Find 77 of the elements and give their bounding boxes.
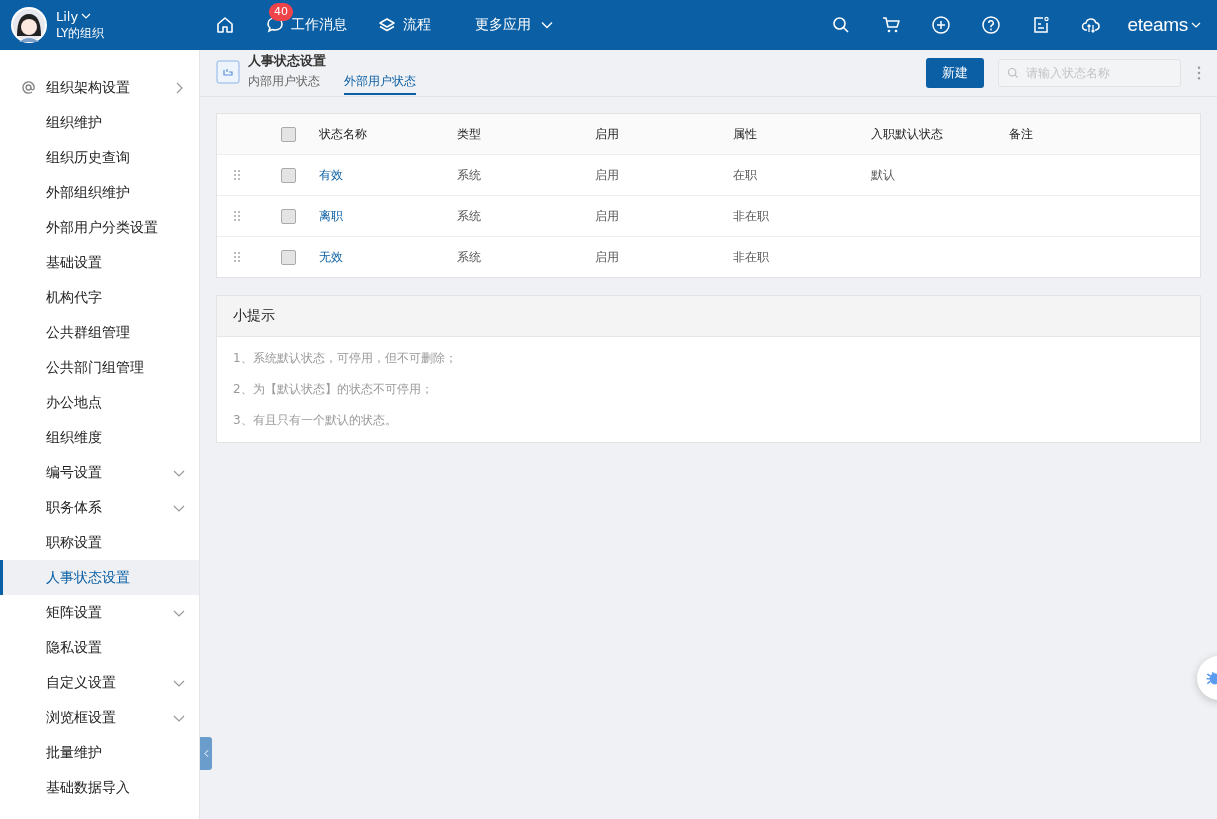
- note-icon[interactable]: [1031, 15, 1052, 35]
- notification-badge: 40: [269, 3, 293, 21]
- sidebar-item[interactable]: 机构代字: [0, 280, 199, 315]
- nav-link[interactable]: 工作消息: [291, 16, 347, 34]
- row-checkbox[interactable]: [280, 249, 296, 265]
- drag-handle-icon[interactable]: [234, 252, 240, 262]
- caret-icon[interactable]: [81, 13, 92, 19]
- chat-icon[interactable]: [265, 15, 285, 35]
- sidebar-item[interactable]: 外部组织维护: [0, 175, 199, 210]
- home-icon[interactable]: [215, 15, 235, 35]
- cloud-upload-icon[interactable]: [1081, 15, 1102, 35]
- column-header: 备注: [1009, 126, 1033, 141]
- sidebar-item[interactable]: 编号设置: [0, 455, 199, 490]
- new-button[interactable]: 新建: [926, 58, 984, 88]
- table-cell: 系统: [457, 208, 481, 223]
- add-icon[interactable]: [931, 15, 952, 35]
- sidebar-item[interactable]: 自定义设置: [0, 665, 199, 700]
- avatar[interactable]: [10, 6, 48, 44]
- brand-logo[interactable]: eteams: [1127, 14, 1188, 36]
- row-checkbox[interactable]: [280, 167, 296, 183]
- sidebar-item[interactable]: 公共部门组管理: [0, 350, 199, 385]
- cart-icon[interactable]: [881, 15, 902, 35]
- tab[interactable]: 内部用户状态: [248, 73, 320, 95]
- page-title: 人事状态设置: [248, 53, 327, 70]
- caret-icon[interactable]: [541, 21, 553, 29]
- status-name-link[interactable]: 离职: [319, 208, 343, 223]
- nav-link[interactable]: 流程: [403, 16, 431, 34]
- status-name-link[interactable]: 有效: [319, 167, 343, 182]
- sidebar-item[interactable]: 浏览框设置: [0, 700, 199, 735]
- organization-name: LY的组织: [56, 24, 105, 42]
- sidebar-item[interactable]: 人事状态设置: [0, 560, 199, 595]
- at-sign-icon: [21, 80, 36, 95]
- table-cell: 默认: [871, 167, 895, 182]
- sidebar-item[interactable]: 公共群组管理: [0, 315, 199, 350]
- user-name[interactable]: Lily: [56, 8, 79, 24]
- help-icon[interactable]: [981, 15, 1002, 35]
- sidebar-item[interactable]: 隐私设置: [0, 630, 199, 665]
- tab[interactable]: 外部用户状态: [344, 73, 416, 95]
- sidebar-item[interactable]: 职务体系: [0, 490, 199, 525]
- sidebar-item[interactable]: 组织架构设置: [0, 70, 199, 105]
- settings-card-icon: [216, 60, 240, 84]
- tip-text: 3、有且只有一个默认的状态。: [233, 412, 398, 429]
- row-checkbox[interactable]: [280, 208, 296, 224]
- column-header: 入职默认状态: [871, 126, 943, 141]
- column-header: 属性: [733, 126, 757, 141]
- sidebar-item[interactable]: 组织维护: [0, 105, 199, 140]
- tips-title: 小提示: [233, 307, 275, 325]
- drag-handle-icon[interactable]: [234, 211, 240, 221]
- table-cell: 启用: [595, 167, 619, 182]
- table-cell: 非在职: [733, 249, 769, 264]
- tip-text: 1、系统默认状态，可停用，但不可删除；: [233, 350, 458, 367]
- table-cell: 启用: [595, 208, 619, 223]
- column-header: 状态名称: [319, 126, 367, 141]
- drag-handle-icon[interactable]: [234, 170, 240, 180]
- sidebar-item[interactable]: 组织维度: [0, 420, 199, 455]
- sidebar-item[interactable]: 矩阵设置: [0, 595, 199, 630]
- sidebar-item[interactable]: 办公地点: [0, 385, 199, 420]
- table-cell: 系统: [457, 167, 481, 182]
- column-header: 启用: [595, 126, 619, 141]
- collapse-handle[interactable]: [200, 737, 212, 770]
- table-cell: 系统: [457, 249, 481, 264]
- table-cell: 在职: [733, 167, 757, 182]
- table-cell: 启用: [595, 249, 619, 264]
- sidebar-item[interactable]: 基础数据导入: [0, 770, 199, 805]
- search-icon: [1007, 67, 1019, 79]
- column-header: 类型: [457, 126, 481, 141]
- select-all-checkbox[interactable]: [280, 126, 296, 142]
- caret-icon[interactable]: [1191, 22, 1201, 28]
- sidebar-item[interactable]: 外部用户分类设置: [0, 210, 199, 245]
- sidebar-item[interactable]: 职称设置: [0, 525, 199, 560]
- sidebar-item[interactable]: 批量维护: [0, 735, 199, 770]
- nav-link[interactable]: 更多应用: [475, 16, 531, 34]
- sidebar-item[interactable]: 基础设置: [0, 245, 199, 280]
- table-cell: 非在职: [733, 208, 769, 223]
- sidebar-item[interactable]: 组织历史查询: [0, 140, 199, 175]
- status-name-link[interactable]: 无效: [319, 249, 343, 264]
- tip-text: 2、为【默认状态】的状态不可停用；: [233, 381, 434, 398]
